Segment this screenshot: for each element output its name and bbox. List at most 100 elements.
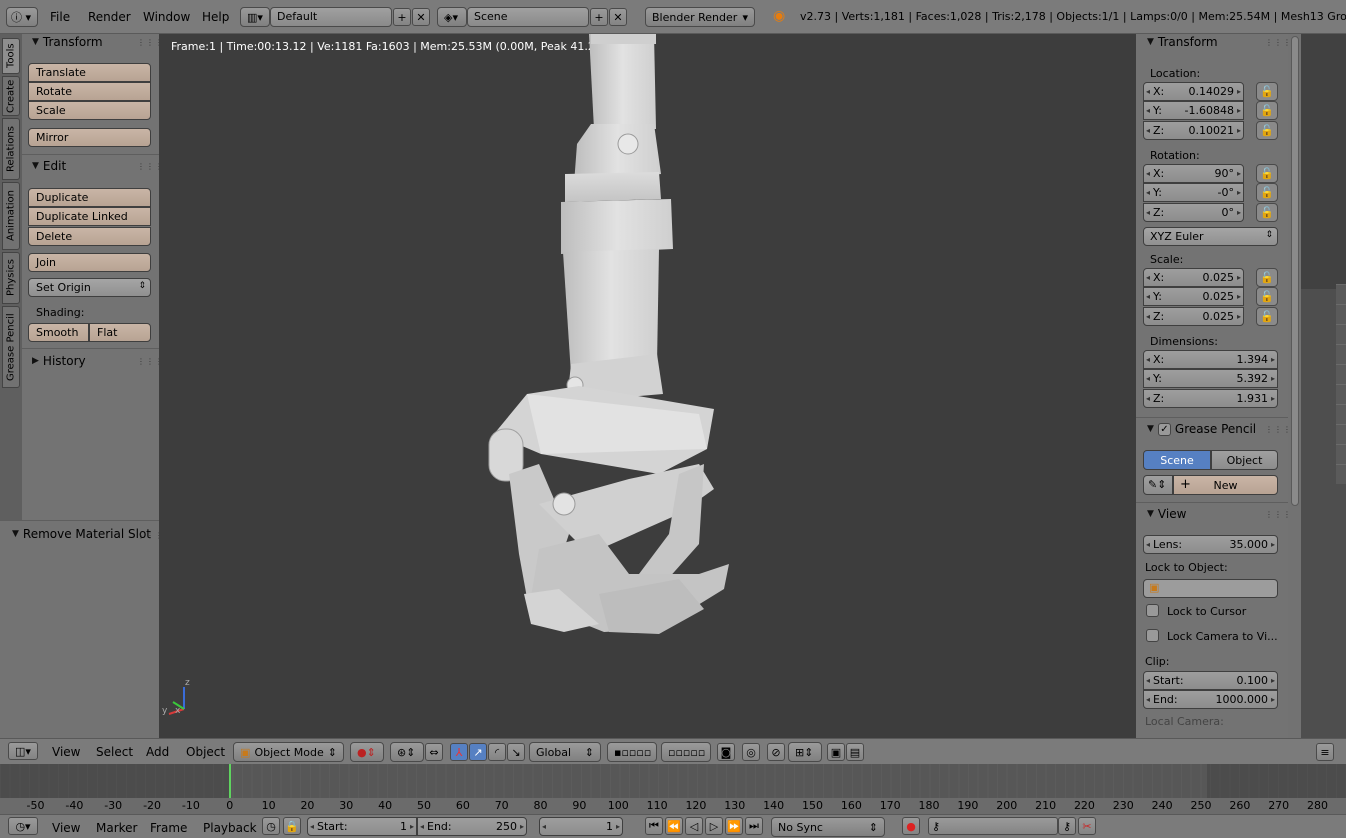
editor-type-info-button[interactable]: ⓘ ▾ [6,7,38,27]
layers-group-2[interactable]: ▫▫▫▫▫ [661,742,711,762]
menu-object[interactable]: Object [186,745,225,759]
location-z-field[interactable]: Z: 0.10021 [1143,121,1244,140]
menu-help[interactable]: Help [202,10,229,24]
prev-keyframe-button[interactable]: ⏪ [665,817,683,835]
scale-z-field[interactable]: Z: 0.025 [1143,307,1244,326]
rotate-manipulator-button[interactable]: ◜ [488,743,506,761]
properties-scrollbar[interactable] [1289,34,1301,738]
lock-rotation-x-button[interactable]: 🔓 [1256,164,1278,183]
layers-group-1[interactable]: ▪▫▫▫▫ [607,742,657,762]
keying-set-field[interactable]: ⚷ [928,817,1058,835]
screen-layout-icon-button[interactable]: ▥▾ [240,7,270,27]
gp-datablock-browse[interactable]: ✎⇕ [1143,475,1173,495]
current-frame-marker[interactable] [229,764,231,798]
gp-object-toggle[interactable]: Object [1211,450,1278,470]
rotation-mode-dropdown[interactable]: XYZ Euler ⇕ [1143,227,1278,246]
dimensions-x-field[interactable]: X: 1.394 [1143,350,1278,369]
proportional-edit-button[interactable]: ◎ [742,743,760,761]
scrollbar-thumb[interactable] [1291,36,1299,506]
scale-manipulator-button[interactable]: ↘ [507,743,525,761]
smooth-shading-button[interactable]: Smooth [28,323,89,342]
translate-manipulator-button[interactable]: ⅄ [450,743,468,761]
panel-grease-pencil-header[interactable]: ▼ ✓ Grease Pencil [1147,422,1256,436]
rotate-button[interactable]: Rotate [28,82,151,101]
rotation-y-field[interactable]: Y: -0° [1143,183,1244,202]
lock-location-y-button[interactable]: 🔓 [1256,101,1278,120]
scene-field[interactable]: Scene [467,7,589,27]
lock-rotation-z-button[interactable]: 🔓 [1256,203,1278,222]
menu-window[interactable]: Window [143,10,190,24]
set-origin-dropdown[interactable]: Set Origin ⇕ [28,278,151,297]
insert-keyframe-button[interactable]: ⚷ [1058,817,1076,835]
menu-marker[interactable]: Marker [96,821,137,835]
location-x-field[interactable]: X: 0.14029 [1143,82,1244,101]
lock-to-cursor-checkbox[interactable] [1146,604,1159,617]
tab-relations[interactable]: Relations [2,118,20,180]
current-frame-field[interactable]: 1 [539,817,623,836]
add-screen-button[interactable]: + [393,8,411,26]
jump-end-button[interactable]: ⏭ [745,817,763,835]
play-reverse-button[interactable]: ◁ [685,817,703,835]
outliner-editor-button[interactable]: ≡ [1316,743,1334,761]
grease-pencil-enable-checkbox[interactable]: ✓ [1157,422,1171,436]
dimensions-z-field[interactable]: Z: 1.931 [1143,389,1278,408]
timeline-area[interactable] [0,764,1346,814]
gp-new-button[interactable]: + New [1173,475,1278,495]
render-animation-button[interactable]: ▤ [846,743,864,761]
lock-scale-z-button[interactable]: 🔓 [1256,307,1278,326]
next-keyframe-button[interactable]: ⏩ [725,817,743,835]
orientation-dropdown[interactable]: Global ⇕ [529,742,601,762]
lock-camera-checkbox[interactable] [1146,629,1159,642]
editor-type-button[interactable]: ◫▾ [8,742,38,760]
delete-button[interactable]: Delete [28,227,151,246]
record-button[interactable]: ● [902,817,920,835]
add-scene-button[interactable]: + [590,8,608,26]
tab-physics[interactable]: Physics [2,252,20,304]
sync-dropdown[interactable]: No Sync ⇕ [771,817,885,837]
dimensions-y-field[interactable]: Y: 5.392 [1143,369,1278,388]
duplicate-linked-button[interactable]: Duplicate Linked [28,207,151,226]
clip-start-field[interactable]: Start: 0.100 [1143,671,1278,690]
menu-view[interactable]: View [52,821,80,835]
end-frame-field[interactable]: End: 250 [417,817,527,836]
play-button[interactable]: ▷ [705,817,723,835]
lock-rotation-y-button[interactable]: 🔓 [1256,183,1278,202]
join-button[interactable]: Join [28,253,151,272]
scene-icon-button[interactable]: ◈▾ [437,7,467,27]
translate-button[interactable]: Translate [28,63,151,82]
panel-transform-header[interactable]: ▼ Transform [1147,35,1218,49]
jump-start-button[interactable]: ⏮ [645,817,663,835]
menu-file[interactable]: File [50,10,70,24]
mirror-button[interactable]: Mirror [28,128,151,147]
render-engine-dropdown[interactable]: Blender Render ▾ [645,7,755,27]
lock-location-z-button[interactable]: 🔓 [1256,121,1278,140]
panel-edit-header[interactable]: ▼ Edit [32,159,66,173]
editor-type-button[interactable]: ◷▾ [8,817,38,835]
menu-view[interactable]: View [52,745,80,759]
drag-handle-icon[interactable]: ⋮⋮⋮ [1265,38,1292,47]
arrow-manipulator-button[interactable]: ↗ [469,743,487,761]
preview-range-button[interactable]: ◷ [262,817,280,835]
flat-shading-button[interactable]: Flat [89,323,151,342]
menu-add[interactable]: Add [146,745,169,759]
snap-toggle[interactable]: ⊘ [767,743,785,761]
lock-scale-x-button[interactable]: 🔓 [1256,268,1278,287]
remove-screen-button[interactable]: ✕ [412,8,430,26]
lens-field[interactable]: Lens: 35.000 [1143,535,1278,554]
gp-scene-toggle[interactable]: Scene [1143,450,1211,470]
drag-handle-icon[interactable]: ⋮⋮⋮ [1265,425,1292,434]
mode-dropdown[interactable]: ▣ Object Mode ⇕ [233,742,344,762]
tab-create[interactable]: Create [2,76,20,116]
scale-button[interactable]: Scale [28,101,151,120]
drag-handle-icon[interactable]: ⋮⋮⋮ [1265,510,1292,519]
lock-time-button[interactable]: 🔒 [283,817,301,835]
delete-keyframe-button[interactable]: ✂ [1078,817,1096,835]
lock-location-x-button[interactable]: 🔓 [1256,82,1278,101]
menu-render[interactable]: Render [88,10,131,24]
shading-dropdown[interactable]: ●⇕ [350,742,384,762]
menu-playback[interactable]: Playback [203,821,257,835]
tab-grease-pencil[interactable]: Grease Pencil [2,306,20,388]
clip-end-field[interactable]: End: 1000.000 [1143,690,1278,709]
menu-select[interactable]: Select [96,745,133,759]
rotation-x-field[interactable]: X: 90° [1143,164,1244,183]
